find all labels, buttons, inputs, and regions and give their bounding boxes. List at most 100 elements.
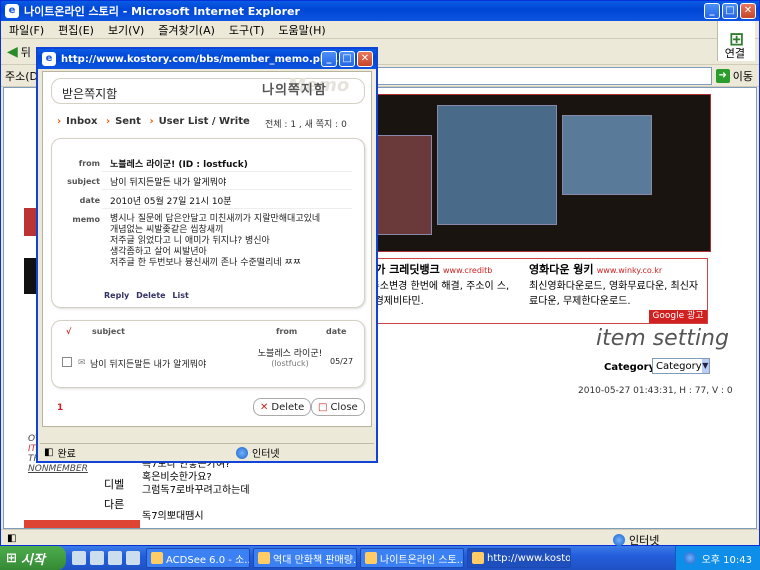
page-icon: ◧ <box>44 447 54 458</box>
globe-icon <box>236 446 248 459</box>
memo-content: Memo 받은쪽지함 나의쪽지함 › Inbox › Sent › User List… <box>42 71 372 427</box>
taskbar-label: 나이트온라인 스토... <box>380 554 464 566</box>
popup-status-bar: ◧ 완료 인터넷 <box>40 443 374 461</box>
taskbar-label: ACDSee 6.0 - 소... <box>166 554 250 566</box>
google-ad-badge[interactable]: Google 광고 <box>649 310 707 323</box>
ie-title-bar[interactable]: e 나이트온라인 스토리 - Microsoft Internet Explor… <box>1 1 759 21</box>
list-header-check: √ <box>66 327 72 336</box>
go-button[interactable]: ➜ 이동 <box>715 68 759 84</box>
quicklaunch-icon[interactable] <box>126 551 140 565</box>
delete-link[interactable]: Delete <box>136 291 165 300</box>
back-label[interactable]: 뒤 <box>21 44 31 60</box>
list-link[interactable]: List <box>172 291 188 300</box>
from-value[interactable]: 노블레스 라이군! (ID : lostfuck) <box>110 157 248 170</box>
app-icon <box>258 552 270 564</box>
maximize-button[interactable]: □ <box>722 3 738 19</box>
quicklaunch-icon[interactable] <box>90 551 104 565</box>
chevron-down-icon: ▼ <box>701 359 709 373</box>
list-header-from: from <box>276 327 298 336</box>
popup-title-bar[interactable]: e http://www.kostory.com/bbs/member_memo… <box>38 49 376 69</box>
clock[interactable]: 오후 10:43 <box>702 551 752 566</box>
row-subject[interactable]: 남이 뒤지든말든 내가 알게뭐야 <box>90 357 206 370</box>
nav-inbox[interactable]: Inbox <box>66 116 97 127</box>
inbox-title: 받은쪽지함 <box>62 87 118 101</box>
list-header-date: date <box>326 327 347 336</box>
date-value: 2010년 05월 27일 21시 10분 <box>110 197 232 207</box>
date-label: date <box>79 196 100 205</box>
menu-tools[interactable]: 도구(T) <box>229 22 265 38</box>
menu-file[interactable]: 파일(F) <box>9 22 44 38</box>
back-icon[interactable]: ◀ <box>7 44 18 60</box>
ad-url-left[interactable]: www.creditb <box>443 266 492 275</box>
windows-flag-icon: ⊞ <box>6 550 17 566</box>
close-button[interactable]: ✕ <box>740 3 756 19</box>
taskbar-label: http://www.kostor... <box>487 552 571 564</box>
menu-edit[interactable]: 편집(E) <box>58 22 94 38</box>
body-line: 그럼독7로바꾸려고하는데 <box>142 485 250 496</box>
tray-network-icon[interactable] <box>683 552 696 564</box>
minimize-button[interactable]: _ <box>704 3 720 19</box>
side-link-nonmember[interactable]: NONMEMBER <box>28 464 88 474</box>
menu-favorites[interactable]: 즐겨찾기(A) <box>158 22 215 38</box>
from-label: from <box>78 159 100 168</box>
memo-count: 전체 : 1 , 새 쪽지 : 0 <box>265 120 347 130</box>
side-link-it[interactable]: IT <box>28 444 36 454</box>
delete-button[interactable]: ✕ Delete <box>253 398 312 416</box>
taskbar-button-manga[interactable]: 역대 만화책 판매량... <box>253 548 357 568</box>
list-header-subject: subject <box>92 327 125 336</box>
popup-close-button[interactable]: ✕ <box>357 51 373 67</box>
popup-maximize-button[interactable]: □ <box>339 51 355 67</box>
quicklaunch-icon[interactable] <box>72 551 86 565</box>
menu-view[interactable]: 보기(V) <box>108 22 144 38</box>
ad-url-right[interactable]: www.winky.co.kr <box>597 266 662 275</box>
popup-status-zone: 인터넷 <box>252 449 280 460</box>
row-checkbox[interactable] <box>62 357 72 367</box>
go-label: 이동 <box>732 69 753 83</box>
memo-line: 저주글 한 두번보나 븅신새끼 존나 수준떨리네 ㅉㅉ <box>110 258 302 268</box>
category-value: Category <box>656 360 702 372</box>
memo-header: Memo 받은쪽지함 나의쪽지함 <box>51 75 365 104</box>
ie-icon: e <box>42 52 56 66</box>
row-from-name[interactable]: 노블레스 라이군! <box>250 349 330 359</box>
side-label-devel: 디벨 <box>104 478 125 491</box>
quicklaunch-icon[interactable] <box>108 551 122 565</box>
taskbar-button-acdsee[interactable]: ACDSee 6.0 - 소... <box>146 548 250 568</box>
row-from-id: (lostfuck) <box>271 359 309 368</box>
popup-minimize-button[interactable]: _ <box>321 51 337 67</box>
taskbar-button-kostory[interactable]: http://www.kostor... <box>467 548 571 568</box>
taskbar-button-knightonline[interactable]: 나이트온라인 스토... <box>360 548 464 568</box>
start-label: 시작 <box>20 552 45 568</box>
close-memo-button[interactable]: □ Close <box>311 398 365 416</box>
menu-bar: 파일(F) 편집(E) 보기(V) 즐겨찾기(A) 도구(T) 도움말(H) <box>1 21 759 39</box>
memo-list: √ subject from date ✉ 남이 뒤지든말든 내가 알게뭐야 노… <box>51 320 365 388</box>
start-button[interactable]: ⊞ 시작 <box>0 546 66 570</box>
ad-title-right[interactable]: 영화다운 웡키 <box>529 263 594 276</box>
quick-launch <box>66 551 146 565</box>
system-tray: 오후 10:43 <box>674 546 760 570</box>
popup-title: http://www.kostory.com/bbs/member_memo.p… <box>61 53 339 65</box>
go-arrow-icon: ➜ <box>715 68 730 83</box>
memo-line: 병시나 질문에 답은안달고 미친새끼가 지랄만해대고있네 <box>110 214 321 224</box>
nav-userlist-write[interactable]: User List / Write <box>159 116 250 127</box>
links-label[interactable]: 연결 <box>725 45 745 61</box>
list-item[interactable]: ✉ 남이 뒤지든말든 내가 알게뭐야 노블레스 라이군! (lostfuck) … <box>52 349 364 385</box>
page-number[interactable]: 1 <box>57 403 63 413</box>
memo-line: 생각좀하고 살어 씨발년아 <box>110 247 207 257</box>
memo-body: 병시나 질문에 답은안달고 미친새끼가 지랄만해대고있네 개념없는 씨발좆같은 … <box>110 214 360 269</box>
menu-help[interactable]: 도움말(H) <box>278 22 325 38</box>
memo-line: 개념없는 씨발좆같은 씹창새끼 <box>110 225 224 235</box>
taskbar-label: 역대 만화책 판매량... <box>273 554 357 566</box>
subject-label: subject <box>67 177 100 186</box>
reply-link[interactable]: Reply <box>104 291 129 300</box>
nav-sent[interactable]: Sent <box>115 116 141 127</box>
memo-nav: › Inbox › Sent › User List / Write <box>57 116 250 127</box>
category-select[interactable]: Category ▼ <box>652 358 710 374</box>
post-body: 독7보다 안좋은가여? 혹은비슷한가요? 그럼독7로바꾸려고하는데 독7의뽀대땜… <box>142 458 250 523</box>
popup-scrollbar[interactable] <box>372 71 376 427</box>
red-menu-bar[interactable] <box>24 520 140 528</box>
post-date-line: 2010-05-27 01:43:31, H : 77, V : 0 <box>578 386 733 396</box>
banner-screenshot <box>437 105 557 225</box>
side-label-other: 다른 <box>104 498 125 511</box>
delete-button-label: Delete <box>271 401 305 413</box>
memo-actions: Reply Delete List <box>104 291 193 300</box>
